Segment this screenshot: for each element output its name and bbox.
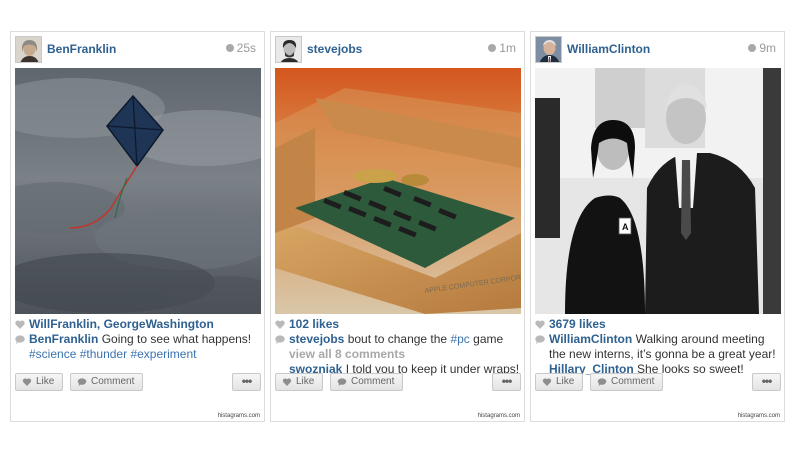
like-button[interactable]: Like <box>535 373 584 391</box>
time-text: 25s <box>236 41 256 55</box>
heart-icon <box>22 378 32 386</box>
comment-bubble-icon <box>337 378 347 386</box>
comment-bubble-icon <box>597 378 607 386</box>
footer-brand: histagrams.com <box>477 413 520 419</box>
comment-bubble-icon <box>535 335 545 344</box>
comment-bubble-icon <box>77 378 87 386</box>
badge-letter: A <box>622 222 629 232</box>
comment-label: Comment <box>91 376 135 387</box>
post-photo-kite[interactable] <box>15 68 261 314</box>
post-photo-apple1[interactable]: APPLE COMPUTER CORPORATION <box>275 68 521 314</box>
view-all-comments-link[interactable]: view all 8 comments <box>289 347 405 361</box>
time-text: 9m <box>759 41 776 55</box>
footer-brand: histagrams.com <box>737 413 780 419</box>
clock-icon <box>748 44 757 52</box>
comment-button[interactable]: Comment <box>330 373 404 391</box>
post-timestamp: 1m <box>488 41 516 55</box>
comment-label: Comment <box>351 376 395 387</box>
comment-button[interactable]: Comment <box>70 373 144 391</box>
heart-icon <box>15 320 25 329</box>
post-timestamp: 25s <box>225 41 256 55</box>
post-card-williamclinton: WilliamClinton 9m A 3679 likes WilliamCl… <box>530 31 785 422</box>
likes-users[interactable]: WillFranklin, GeorgeWashington <box>29 317 214 331</box>
comment: stevejobs bout to change the #pc game <box>275 332 521 347</box>
post-actions: Like Comment ••• <box>275 373 521 391</box>
comment-username[interactable]: stevejobs <box>289 332 344 346</box>
hashtag[interactable]: #thunder <box>80 347 127 361</box>
more-options-button[interactable]: ••• <box>492 373 521 391</box>
likes-line: 3679 likes <box>535 317 781 332</box>
view-all-comments: view all 8 comments <box>275 347 521 362</box>
avatar[interactable] <box>15 36 42 63</box>
like-label: Like <box>296 376 315 387</box>
hashtag[interactable]: #experiment <box>130 347 196 361</box>
likes-line: WillFranklin, GeorgeWashington <box>15 317 261 332</box>
like-button[interactable]: Like <box>15 373 64 391</box>
comment-button[interactable]: Comment <box>590 373 664 391</box>
clock-icon <box>225 44 234 52</box>
like-button[interactable]: Like <box>275 373 324 391</box>
post-header: stevejobs 1m <box>271 32 524 68</box>
post-card-benfranklin: BenFranklin 25s WillFranklin, GeorgeWash… <box>10 31 265 422</box>
post-username[interactable]: BenFranklin <box>47 42 116 56</box>
likes-count[interactable]: 3679 likes <box>549 317 606 331</box>
comment-text: bout to change the <box>344 332 451 346</box>
comment-bubble-icon <box>275 335 285 344</box>
comment-username[interactable]: WilliamClinton <box>549 332 632 346</box>
footer-brand: histagrams.com <box>217 413 260 419</box>
heart-icon <box>282 378 292 386</box>
comment: WilliamClinton Walking around meeting th… <box>535 332 781 362</box>
post-meta: 102 likes stevejobs bout to change the #… <box>275 317 521 377</box>
hashtag[interactable]: #science <box>29 347 76 361</box>
comment-text: game <box>469 332 504 346</box>
post-username[interactable]: WilliamClinton <box>567 42 650 56</box>
like-label: Like <box>556 376 575 387</box>
comment-bubble-icon <box>15 335 25 344</box>
likes-line: 102 likes <box>275 317 521 332</box>
avatar[interactable] <box>535 36 562 63</box>
post-meta: WillFranklin, GeorgeWashington BenFrankl… <box>15 317 261 362</box>
comment-label: Comment <box>611 376 655 387</box>
hashtag[interactable]: #pc <box>450 332 469 346</box>
heart-icon <box>542 378 552 386</box>
post-photo-clinton[interactable]: A <box>535 68 781 314</box>
comment-text: Going to see what happens! <box>98 332 252 346</box>
post-header: WilliamClinton 9m <box>531 32 784 68</box>
comment-username[interactable]: BenFranklin <box>29 332 98 346</box>
post-actions: Like Comment ••• <box>15 373 261 391</box>
more-options-button[interactable]: ••• <box>232 373 261 391</box>
time-text: 1m <box>499 41 516 55</box>
post-actions: Like Comment ••• <box>535 373 781 391</box>
post-username[interactable]: stevejobs <box>307 42 362 56</box>
more-options-button[interactable]: ••• <box>752 373 781 391</box>
like-label: Like <box>36 376 55 387</box>
heart-icon <box>275 320 285 329</box>
likes-count[interactable]: 102 likes <box>289 317 339 331</box>
post-meta: 3679 likes WilliamClinton Walking around… <box>535 317 781 377</box>
heart-icon <box>535 320 545 329</box>
post-card-stevejobs: stevejobs 1m APPLE COMPUTER CORPORATION … <box>270 31 525 422</box>
post-timestamp: 9m <box>748 41 776 55</box>
comment: BenFranklin Going to see what happens! #… <box>15 332 261 362</box>
clock-icon <box>488 44 497 52</box>
post-header: BenFranklin 25s <box>11 32 264 68</box>
avatar[interactable] <box>275 36 302 63</box>
